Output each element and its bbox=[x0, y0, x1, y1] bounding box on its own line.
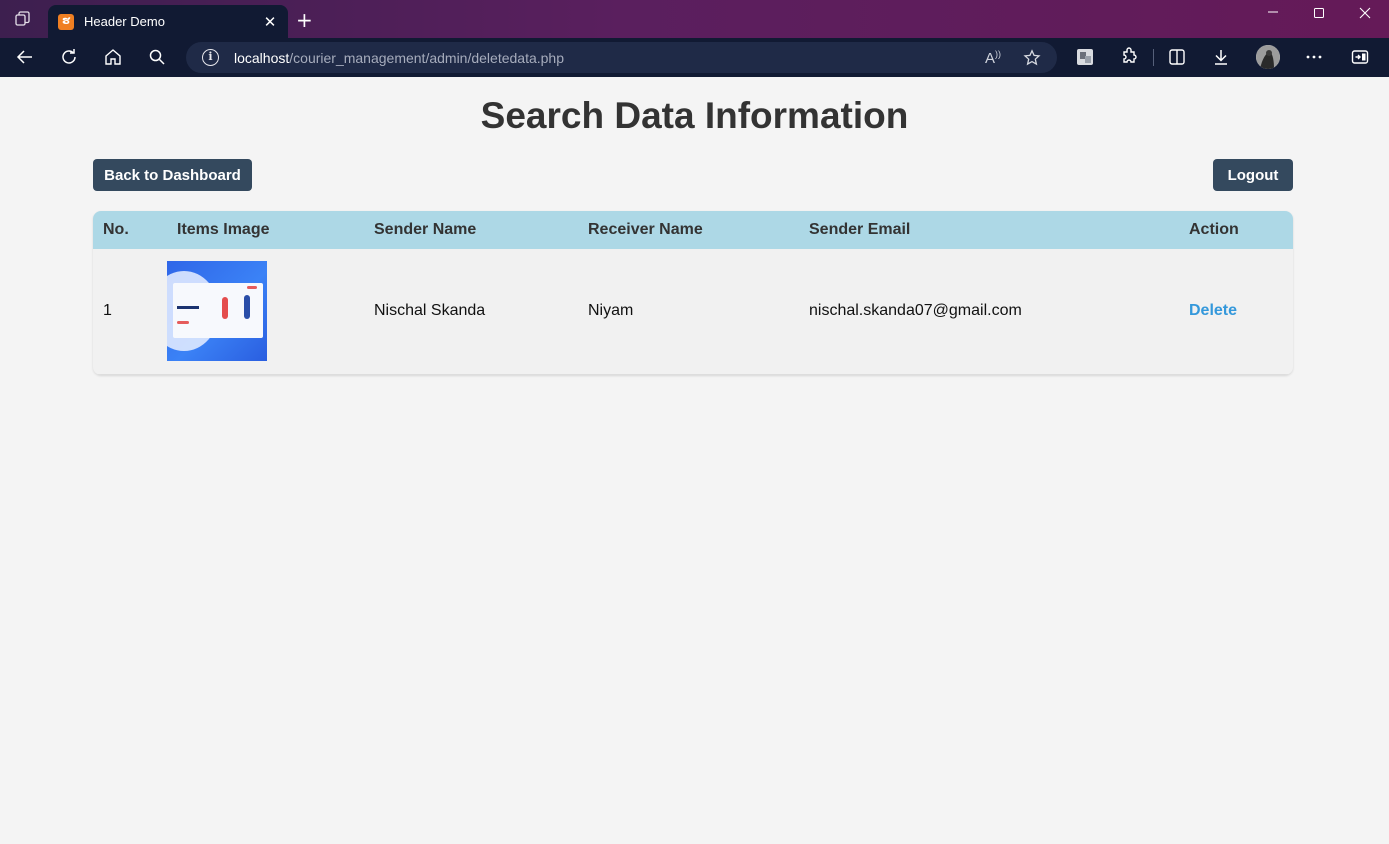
header-action: Action bbox=[1179, 211, 1293, 249]
header-sender-email: Sender Email bbox=[799, 211, 1179, 249]
url-text[interactable]: localhost/courier_management/admin/delet… bbox=[234, 50, 564, 66]
more-icon[interactable] bbox=[1303, 46, 1325, 68]
tab-close-icon[interactable]: ✕ bbox=[262, 13, 278, 31]
header-items-image: Items Image bbox=[167, 211, 364, 249]
back-icon[interactable] bbox=[14, 46, 36, 68]
search-icon[interactable] bbox=[146, 46, 168, 68]
close-window-icon[interactable] bbox=[1358, 6, 1372, 24]
toolbar-separator bbox=[1153, 49, 1154, 66]
data-table: No. Items Image Sender Name Receiver Nam… bbox=[93, 211, 1293, 375]
browser-toolbar: i localhost/courier_management/admin/del… bbox=[0, 38, 1389, 77]
logout-button[interactable]: Logout bbox=[1213, 159, 1293, 191]
header-sender-name: Sender Name bbox=[364, 211, 578, 249]
maximize-icon[interactable] bbox=[1312, 6, 1326, 24]
table-row: 1 Nischal Skanda Niyam nischal.skanda07@… bbox=[93, 249, 1293, 375]
workspaces-icon[interactable] bbox=[13, 9, 33, 29]
tab-title: Header Demo bbox=[84, 14, 165, 29]
favorite-icon[interactable] bbox=[1022, 48, 1042, 68]
cell-items-image bbox=[167, 249, 364, 375]
cell-action: Delete bbox=[1179, 249, 1293, 375]
read-aloud-icon[interactable]: A)) bbox=[983, 48, 1003, 68]
header-receiver-name: Receiver Name bbox=[578, 211, 799, 249]
delete-link[interactable]: Delete bbox=[1189, 302, 1237, 319]
cell-sender-email: nischal.skanda07@gmail.com bbox=[799, 249, 1179, 375]
cell-no: 1 bbox=[93, 249, 167, 375]
url-path: /courier_management/admin/deletedata.php bbox=[289, 50, 565, 66]
profile-avatar-icon[interactable] bbox=[1256, 45, 1280, 69]
data-table-container: No. Items Image Sender Name Receiver Nam… bbox=[93, 211, 1293, 375]
cell-sender-name: Nischal Skanda bbox=[364, 249, 578, 375]
site-info-icon[interactable]: i bbox=[202, 49, 219, 66]
item-thumbnail bbox=[167, 261, 267, 362]
refresh-icon[interactable] bbox=[58, 46, 80, 68]
tab-favicon-icon: ຮ bbox=[58, 13, 74, 30]
minimize-icon[interactable] bbox=[1266, 4, 1280, 22]
header-no: No. bbox=[93, 211, 167, 249]
downloads-icon[interactable] bbox=[1210, 46, 1232, 68]
browser-titlebar: ຮ Header Demo ✕ + bbox=[0, 0, 1389, 38]
extensions-icon[interactable] bbox=[1118, 46, 1140, 68]
cell-receiver-name: Niyam bbox=[578, 249, 799, 375]
table-header-row: No. Items Image Sender Name Receiver Nam… bbox=[93, 211, 1293, 249]
home-icon[interactable] bbox=[102, 46, 124, 68]
page-title: Search Data Information bbox=[480, 95, 909, 136]
sidebar-icon[interactable] bbox=[1349, 46, 1371, 68]
read-aloud-glyph: A bbox=[984, 49, 995, 67]
browser-tab-active[interactable]: ຮ Header Demo ✕ bbox=[48, 5, 288, 38]
url-host: localhost bbox=[234, 50, 290, 66]
new-tab-icon[interactable]: + bbox=[296, 10, 313, 30]
page-content: Search Data Information Back to Dashboar… bbox=[0, 77, 1389, 844]
back-to-dashboard-button[interactable]: Back to Dashboard bbox=[93, 159, 252, 191]
address-bar[interactable]: i localhost/courier_management/admin/del… bbox=[186, 42, 1057, 73]
split-screen-icon[interactable] bbox=[1166, 46, 1188, 68]
extension-photo-icon[interactable] bbox=[1074, 46, 1096, 68]
